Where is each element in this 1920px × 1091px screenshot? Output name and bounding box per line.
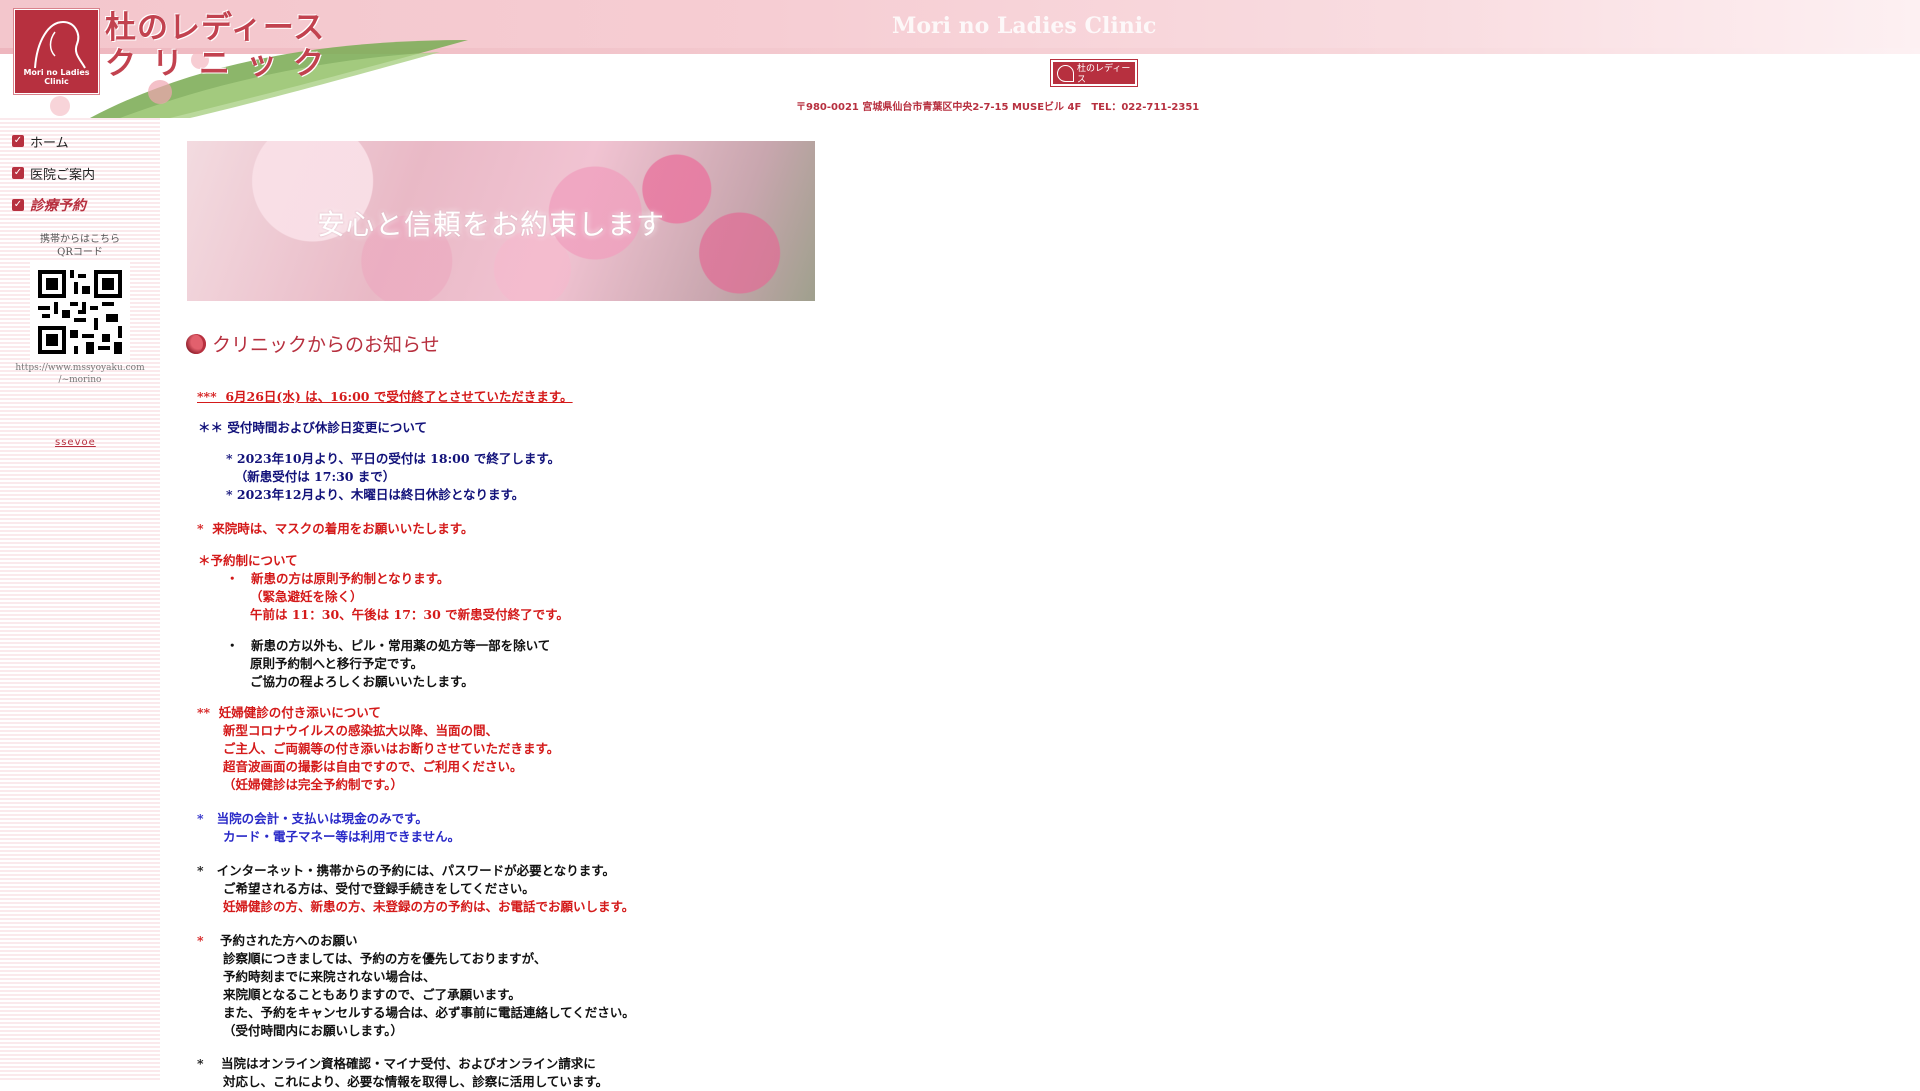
notice-line: * 当院の会計・支払いは現金のみです。 [197, 811, 428, 826]
qr-url-line2: /~morino [58, 375, 102, 385]
checkbox-icon: ✓ [12, 135, 24, 147]
notice-line: * 2023年12月より、木曜日は終日休診となります。 [226, 487, 525, 502]
notice-line: 午前は 11：30、午後は 17：30 で新患受付終了です。 [250, 607, 569, 622]
sidebar-item-label: 医院ご案内 [30, 167, 96, 183]
notice-line: ** 妊婦健診の付き添いについて [197, 705, 381, 720]
mini-logo-badge[interactable]: 杜のレディース クリニック [1050, 59, 1138, 96]
sidebar: ✓ ホーム ✓ 医院ご案内 ✓ 診療予約 携帯からはこちら QRコード http… [0, 118, 160, 1080]
notice-line: ご主人、ご両親等の付き添いはお断りさせていただきます。 [223, 741, 560, 756]
hero-tagline: 安心と信頼をお約束します [317, 208, 666, 241]
notice-line: ・ 新患の方以外も、ピル・常用薬の処方等一部を除いて [226, 638, 551, 653]
clinic-logo[interactable]: Mori no Ladies Clinic [14, 9, 99, 94]
checkbox-icon: ✓ [12, 167, 24, 179]
notice-line: 予約時刻までに来院されない場合は、 [223, 969, 436, 984]
mini-logo-line1: 杜のレディース [1077, 64, 1131, 85]
notice-line: ・ 新患の方は原則予約制となります。 [226, 571, 450, 586]
qr-caption-line2: QRコード [57, 247, 103, 258]
notice-line: 新型コロナウイルスの感染拡大以降、当面の間、 [223, 723, 499, 738]
notice-line: *** 6月26日(水) は、16:00 で受付終了とさせていただきます。 [197, 389, 573, 404]
sidebar-item-label: 診療予約 [30, 198, 86, 214]
notice-line: ご希望される方は、受付で登録手続きをしてください。 [223, 881, 535, 896]
clinic-name-line1: 杜のレディース [105, 10, 326, 46]
checkbox-icon: ✓ [12, 199, 24, 211]
notice-line: （受付時間内にお願いします。） [223, 1023, 404, 1038]
notice-title: クリニックからのお知らせ [212, 334, 440, 356]
notice-line: ご協力の程よろしくお願いいたします。 [250, 674, 474, 689]
qr-url: https://www.mssyoyaku.com /~morino [0, 362, 160, 386]
notice-line: * 当院はオンライン資格確認・マイナ受付、およびオンライン請求に [197, 1056, 596, 1071]
notice-line: * [197, 933, 204, 948]
notice-line: カード・電子マネー等は利用できません。 [223, 829, 461, 844]
header-english-title: Mori no Ladies Clinic [892, 13, 1157, 39]
mini-logo-line2: クリニック [1077, 86, 1123, 96]
notice-line: 診察順につきましては、予約の方を優先しておりますが、 [223, 951, 547, 966]
sidebar-small-link[interactable]: ssevoe [55, 437, 96, 448]
notice-line: * 2023年10月より、平日の受付は 18:00 で終了します。 [226, 451, 561, 466]
notice-line: ＊予約制について [198, 553, 298, 568]
notice-line: （新患受付は 17:30 まで） [226, 469, 396, 484]
site-header: Mori no Ladies Clinic 杜のレディース クリニック Mori… [0, 0, 1920, 118]
sidebar-item-label: ホーム [30, 135, 69, 151]
sidebar-item-clinic-info[interactable]: ✓ 医院ご案内 [12, 161, 95, 185]
qr-url-line1: https://www.mssyoyaku.com [15, 363, 145, 373]
notice-line: ＊＊ 受付時間および休診日変更について [198, 420, 427, 435]
notice-line: （緊急避妊を除く） [250, 589, 363, 604]
logo-text: Mori no Ladies Clinic [23, 68, 90, 86]
qr-code[interactable] [30, 262, 130, 362]
notice-line: 超音波画面の撮影は自由ですので、ご利用ください。 [223, 759, 523, 774]
sidebar-item-home[interactable]: ✓ ホーム [12, 129, 69, 153]
notice-line: 来院順となることもありますので、ご了承願います。 [223, 987, 521, 1002]
sidebar-item-reservation[interactable]: ✓ 診療予約 [12, 193, 86, 217]
clinic-name: 杜のレディース クリニック [105, 10, 340, 82]
qr-code-icon [30, 262, 130, 362]
notice-line: 対応し、これにより、必要な情報を取得し、診察に活用しています。 [223, 1074, 609, 1089]
notice-line: 原則予約制へと移行予定です。 [250, 656, 424, 671]
notice-line: 予約された方へのお願い [220, 933, 358, 948]
qr-caption-line1: 携帯からはこちら [40, 234, 120, 245]
hero-banner: 安心と信頼をお約束します [187, 141, 815, 301]
notice-line: * 来院時は、マスクの着用をお願いいたします。 [197, 521, 474, 536]
clinic-name-line2: クリニック [105, 46, 340, 82]
clinic-address: 〒980-0021 宮城県仙台市青葉区中央2-7-15 MUSEビル 4F TE… [796, 102, 1200, 113]
notice-line: * インターネット・携帯からの予約には、パスワードが必要となります。 [197, 863, 615, 878]
tulip-bud-icon [186, 333, 206, 354]
logo-silhouette-icon [34, 20, 86, 69]
notice-heading: クリニックからのお知らせ [186, 330, 440, 357]
notice-line: また、予約をキャンセルする場合は、必ず事前に電話連絡してください。 [223, 1005, 635, 1020]
notice-line: 妊婦健診の方、新患の方、未登録の方の予約は、お電話でお願いします。 [223, 899, 635, 914]
qr-caption: 携帯からはこちら QRコード [0, 233, 160, 259]
notice-line: （妊婦健診は完全予約制です。） [223, 777, 404, 792]
